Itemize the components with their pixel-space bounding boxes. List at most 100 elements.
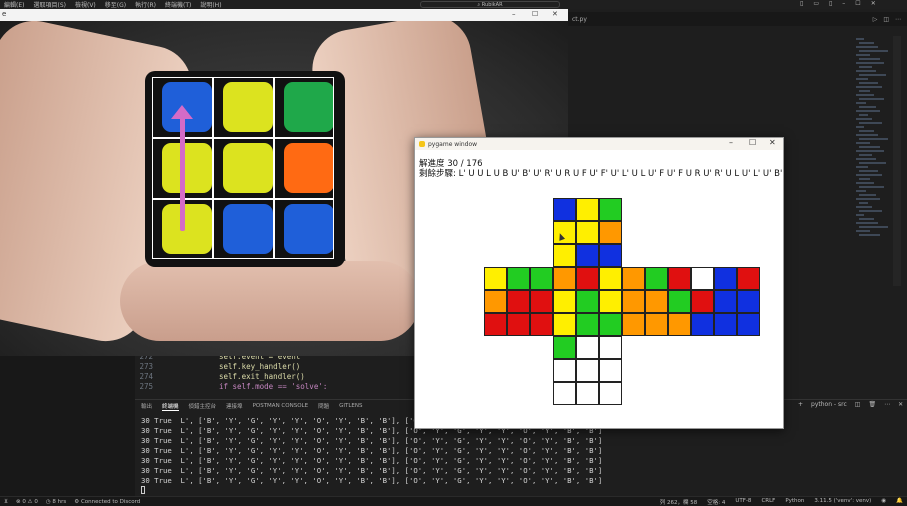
copilot-icon[interactable]: ◉	[881, 498, 886, 506]
minimap-line	[859, 138, 888, 140]
terminal-cursor	[141, 486, 145, 494]
line-ending[interactable]: CRLF	[761, 498, 775, 506]
menu-edit[interactable]: 編輯(E)	[4, 0, 24, 9]
minimap-line	[859, 42, 874, 44]
line-number: 273	[139, 362, 153, 371]
code-line: 273 self.key_handler()	[135, 362, 300, 372]
pygame-window-title: pygame window	[428, 140, 478, 148]
net-cell-d	[599, 382, 622, 405]
net-cell-r	[645, 267, 668, 290]
line-number: 275	[139, 382, 153, 391]
panel-tab-gitlens[interactable]: GITLENS	[339, 403, 362, 409]
net-cell-r	[622, 313, 645, 336]
menubar: 編輯(E) 選取項目(S) 檢視(V) 移至(G) 執行(R) 終端機(T) 說…	[0, 0, 907, 9]
toggle-sidebar-icon[interactable]: ▯	[800, 0, 803, 7]
more-icon[interactable]: ⋯	[895, 16, 901, 23]
minimize-icon[interactable]: –	[512, 10, 516, 18]
discord-status[interactable]: ⚙ Connected to Discord	[74, 499, 140, 505]
more-icon[interactable]: ⋯	[884, 401, 890, 408]
close-panel-icon[interactable]: ✕	[898, 401, 903, 408]
panel-tab-terminal[interactable]: 終端機	[162, 402, 179, 411]
net-cell-u	[576, 198, 599, 221]
panel-tab-problems[interactable]: 問題	[318, 402, 329, 410]
net-cell-l	[484, 290, 507, 313]
panel-tab-output[interactable]: 輸出	[141, 402, 152, 410]
layout-controls: ▯ ▭ ▯ – ☐ ✕	[800, 0, 876, 7]
minimap-line	[856, 102, 866, 104]
net-cell-r	[622, 290, 645, 313]
language-mode[interactable]: Python	[785, 498, 804, 506]
net-cell-f	[553, 313, 576, 336]
notifications-icon[interactable]: 🔔	[896, 498, 903, 506]
net-cell-bk	[691, 313, 714, 336]
panel-tab-debug[interactable]: 偵錯主控台	[189, 402, 217, 410]
panel-tab-postman[interactable]: POSTMAN CONSOLE	[253, 403, 309, 409]
menu-view[interactable]: 檢視(V)	[75, 0, 96, 9]
pygame-logo-icon	[419, 141, 425, 147]
net-cell-r	[668, 290, 691, 313]
net-cell-d	[553, 382, 576, 405]
minimize-icon[interactable]: –	[729, 138, 733, 147]
toggle-panel-icon[interactable]: ▭	[813, 0, 819, 7]
problems-indicator[interactable]: ⊗ 0 ⚠ 0	[16, 499, 38, 505]
grid-line	[212, 78, 214, 258]
net-cell-l	[530, 313, 553, 336]
menu-go[interactable]: 移至(G)	[105, 0, 126, 9]
minimap-line	[859, 130, 874, 132]
minimap-line	[859, 114, 868, 116]
python-interpreter[interactable]: 3.11.5 ('venv': venv)	[814, 498, 871, 506]
encoding[interactable]: UTF-8	[735, 498, 751, 506]
minimap-line	[856, 134, 878, 136]
code-line: 274 self.exit_handler()	[135, 372, 304, 382]
menu-selection[interactable]: 選取項目(S)	[33, 0, 66, 9]
bottom-fingers	[120, 261, 420, 341]
net-cell-f	[576, 267, 599, 290]
minimap-line	[859, 186, 884, 188]
terminal-shell-label[interactable]: python - src	[811, 401, 847, 408]
close-icon[interactable]: ✕	[552, 10, 558, 18]
menu-run[interactable]: 執行(R)	[135, 0, 156, 9]
activity-area	[0, 356, 135, 496]
scrollbar[interactable]	[893, 36, 901, 286]
net-cell-d	[599, 336, 622, 359]
search-label: RubikAR	[481, 1, 503, 8]
net-cell-bk	[691, 290, 714, 313]
time-tracker[interactable]: ◷ 8 hrs	[46, 499, 66, 505]
minimap[interactable]	[856, 36, 890, 256]
command-center-search[interactable]: ⌕ RubikAR	[420, 1, 560, 8]
panel-tab-ports[interactable]: 連接埠	[226, 402, 243, 410]
minimap-line	[859, 170, 878, 172]
menu-help[interactable]: 說明(H)	[200, 0, 221, 9]
minimap-line	[856, 182, 874, 184]
split-editor-icon[interactable]: ◫	[883, 16, 889, 23]
minimap-line	[856, 118, 872, 120]
minimap-line	[856, 214, 864, 216]
menu-terminal[interactable]: 終端機(T)	[165, 0, 191, 9]
maximize-icon[interactable]: ☐	[749, 138, 756, 147]
net-cell-f	[553, 267, 576, 290]
net-cell-f	[576, 313, 599, 336]
terminal-prompt[interactable]	[141, 486, 907, 496]
panel-actions: + python - src ◫ 🗑 ⋯ ✕	[798, 401, 903, 408]
remote-icon[interactable]: ⊻	[4, 499, 8, 505]
indentation[interactable]: 空格: 4	[707, 498, 725, 506]
net-cell-u	[599, 198, 622, 221]
add-terminal-icon[interactable]: +	[798, 401, 803, 408]
minimize-icon[interactable]: –	[842, 0, 845, 7]
minimap-line	[859, 122, 882, 124]
close-icon[interactable]: ✕	[871, 0, 876, 7]
trash-icon[interactable]: 🗑	[868, 401, 876, 408]
code-editor[interactable]: 272 self.event = event 273 self.key_handle…	[135, 352, 415, 398]
toggle-aux-icon[interactable]: ▯	[829, 0, 832, 7]
pygame-window[interactable]: pygame window – ☐ ✕ 解進度 30 / 176 剩餘步驟: L…	[414, 137, 785, 429]
editor-tab[interactable]: ct.py	[572, 16, 587, 23]
minimap-line	[856, 126, 864, 128]
cursor-position[interactable]: 列 262，欄 58	[660, 498, 698, 506]
up-arrow-icon	[171, 105, 193, 119]
close-icon[interactable]: ✕	[769, 138, 776, 147]
maximize-icon[interactable]: ☐	[532, 10, 538, 18]
run-icon[interactable]: ▷	[873, 16, 878, 23]
minimap-line	[856, 198, 880, 200]
maximize-icon[interactable]: ☐	[855, 0, 860, 7]
split-terminal-icon[interactable]: ◫	[855, 401, 861, 408]
